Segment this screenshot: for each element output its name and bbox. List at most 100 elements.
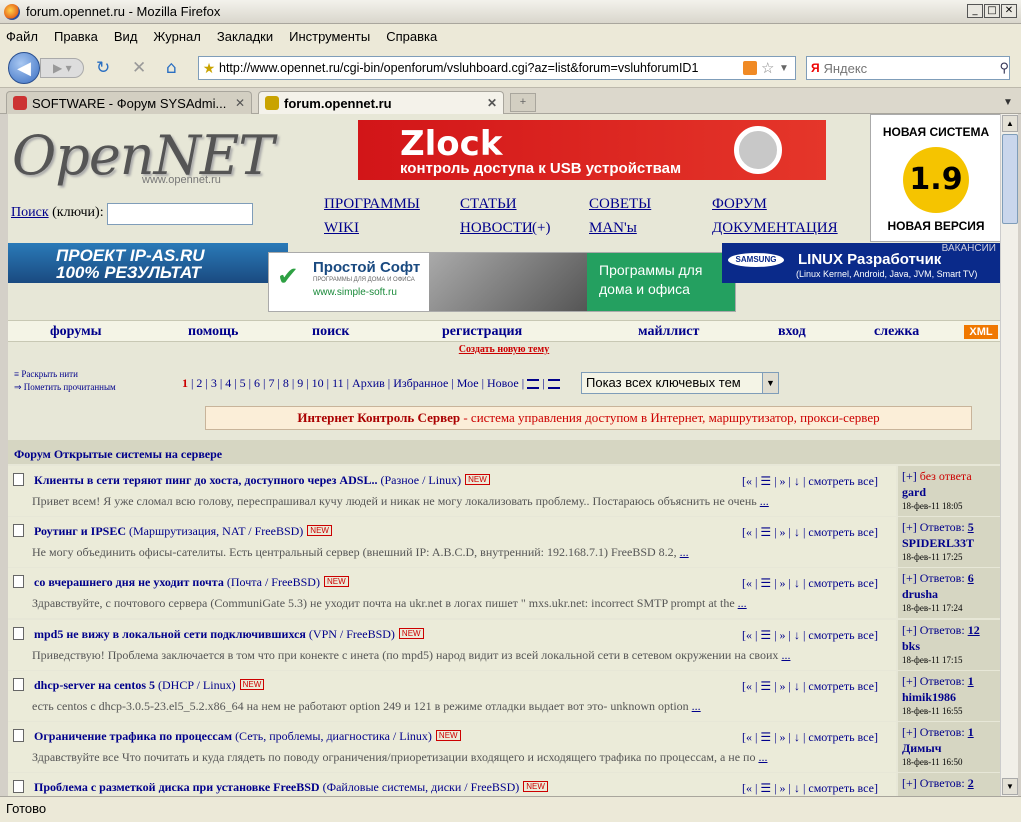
last-author[interactable]: SPIDERL33T — [902, 536, 1000, 551]
expand-toggle[interactable]: [+] — [902, 776, 917, 790]
minimize-button[interactable]: _ — [967, 4, 983, 18]
version-banner[interactable]: НОВАЯ СИСТЕМА 1.9 НОВАЯ ВЕРСИЯ — [870, 114, 1000, 242]
topic-category[interactable]: (Почта / FreeBSD) — [227, 575, 320, 589]
last-author[interactable]: bks — [902, 639, 1000, 654]
close-button[interactable]: ✕ — [1001, 4, 1017, 18]
new-link[interactable]: Новое — [487, 376, 519, 390]
simple-soft-banner[interactable]: ✔ Простой Софт ПРОГРАММЫ ДЛЯ ДОМА И ОФИС… — [268, 252, 736, 312]
mark-read-link[interactable]: Пометить прочитанным — [24, 382, 116, 392]
topic-category[interactable]: (DHCP / Linux) — [158, 678, 236, 692]
page-link[interactable]: 6 — [254, 376, 260, 390]
text-ad[interactable]: Интернет Контроль Сервер - система управ… — [205, 406, 972, 430]
page-link[interactable]: 7 — [268, 376, 274, 390]
topic-category[interactable]: (Файловые системы, диски / FreeBSD) — [323, 780, 520, 794]
tab-forum-opennet[interactable]: forum.opennet.ru ✕ — [258, 91, 504, 114]
nav-maillist[interactable]: майллист — [638, 324, 699, 340]
search-input[interactable] — [823, 60, 1000, 76]
page-link[interactable]: 8 — [283, 376, 289, 390]
reply-count[interactable]: 5 — [968, 520, 974, 534]
search-box[interactable]: Я ⚲ — [806, 56, 1010, 80]
topic-controls[interactable]: [« | ☰ | » | ↓ | смотреть все] — [742, 628, 878, 643]
tab-close-icon[interactable]: ✕ — [235, 96, 245, 110]
page-link[interactable]: 10 — [312, 376, 324, 390]
reply-count[interactable]: 12 — [968, 623, 980, 637]
forum-header[interactable]: Форум Открытые системы на сервере — [8, 440, 1000, 464]
topic-title[interactable]: mpd5 не вижу в локальной сети подключивш… — [34, 627, 306, 641]
menu-tools[interactable]: Инструменты — [289, 29, 370, 44]
topic-controls[interactable]: [« | ☰ | » | ↓ | смотреть все] — [742, 781, 878, 796]
topic-title[interactable]: Клиенты в сети теряют пинг до хоста, дос… — [34, 473, 377, 487]
scroll-thumb[interactable] — [1002, 134, 1018, 224]
tab-list-icon[interactable]: ▼ — [999, 94, 1017, 112]
nav-watch[interactable]: слежка — [874, 324, 919, 340]
ipas-banner[interactable]: ПРОЕКТ IP-AS.RU 100% РЕЗУЛЬТАТ — [8, 243, 288, 283]
topic-controls[interactable]: [« | ☰ | » | ↓ | смотреть все] — [742, 474, 878, 489]
scroll-down-button[interactable]: ▼ — [1002, 778, 1018, 795]
topic-category[interactable]: (Разное / Linux) — [380, 473, 461, 487]
expand-toggle[interactable]: [+] — [902, 571, 917, 585]
topic-controls[interactable]: [« | ☰ | » | ↓ | смотреть все] — [742, 525, 878, 540]
bookmark-star-icon[interactable]: ☆ — [761, 59, 779, 77]
reply-count[interactable]: 1 — [968, 725, 974, 739]
keyword-topics-select[interactable]: Показ всех ключевых тем ▼ — [581, 372, 779, 394]
link-forum[interactable]: ФОРУМ — [712, 196, 767, 213]
forward-button[interactable]: ▶ ▾ — [40, 58, 84, 78]
last-author[interactable]: himik1986 — [902, 690, 1000, 705]
link-docs[interactable]: ДОКУМЕНТАЦИЯ — [712, 220, 838, 237]
xml-feed-button[interactable]: XML — [964, 325, 998, 339]
reply-count[interactable]: 2 — [968, 776, 974, 790]
list-view-icon[interactable] — [527, 379, 540, 390]
menu-history[interactable]: Журнал — [153, 29, 200, 44]
create-topic-link[interactable]: Создать новую тему — [8, 344, 1000, 355]
menu-edit[interactable]: Правка — [54, 29, 98, 44]
reply-count[interactable]: 1 — [968, 674, 974, 688]
topic-controls[interactable]: [« | ☰ | » | ↓ | смотреть все] — [742, 576, 878, 591]
page-link[interactable]: 9 — [297, 376, 303, 390]
read-more-link[interactable]: ... — [760, 494, 769, 508]
topic-title[interactable]: со вчерашнего дня не уходит почта — [34, 575, 224, 589]
home-icon[interactable]: ⌂ — [166, 59, 177, 77]
read-more-link[interactable]: ... — [738, 596, 747, 610]
url-dropdown-icon[interactable]: ▼ — [779, 63, 795, 74]
menu-bookmarks[interactable]: Закладки — [217, 29, 273, 44]
topic-title[interactable]: Ограничение трафика по процессам — [34, 729, 232, 743]
topic-controls[interactable]: [« | ☰ | » | ↓ | смотреть все] — [742, 679, 878, 694]
page-link[interactable]: 4 — [225, 376, 231, 390]
tab-software-forum[interactable]: SOFTWARE - Форум SYSAdmi... ✕ — [6, 91, 252, 114]
archive-link[interactable]: Архив — [352, 376, 385, 390]
new-tab-button[interactable]: + — [510, 93, 536, 112]
topic-title[interactable]: dhcp-server на centos 5 — [34, 678, 155, 692]
topic-category[interactable]: (VPN / FreeBSD) — [309, 627, 395, 641]
page-link[interactable]: 11 — [332, 376, 344, 390]
search-link[interactable]: Поиск — [11, 205, 49, 220]
ad-title[interactable]: Интернет Контроль Сервер — [297, 410, 460, 425]
last-author[interactable]: drusha — [902, 587, 1000, 602]
back-button[interactable]: ◀ — [8, 52, 40, 84]
favorites-link[interactable]: Избранное — [393, 376, 448, 390]
page-link[interactable]: 2 — [196, 376, 202, 390]
nav-help[interactable]: помощь — [188, 324, 238, 340]
search-icon[interactable]: ⚲ — [999, 60, 1009, 76]
reply-count[interactable]: 6 — [968, 571, 974, 585]
expand-toggle[interactable]: [+] — [902, 725, 917, 739]
nav-register[interactable]: регистрация — [442, 324, 522, 340]
reload-icon[interactable]: ↻ — [96, 59, 110, 77]
site-identity-icon[interactable]: ★ — [199, 60, 219, 77]
chevron-down-icon[interactable]: ▼ — [762, 373, 778, 393]
stop-icon[interactable]: ✕ — [132, 59, 146, 77]
url-text[interactable]: http://www.opennet.ru/cgi-bin/openforum/… — [219, 61, 743, 75]
topic-category[interactable]: (Маршрутизация, NAT / FreeBSD) — [129, 524, 303, 538]
yandex-icon[interactable]: Я — [807, 61, 823, 75]
menu-file[interactable]: Файл — [6, 29, 38, 44]
menu-help[interactable]: Справка — [386, 29, 437, 44]
vertical-scrollbar[interactable]: ▲ ▼ — [1000, 114, 1018, 796]
tab-close-icon[interactable]: ✕ — [487, 96, 497, 110]
nav-forums[interactable]: форумы — [50, 324, 102, 340]
last-author[interactable]: Димыч — [902, 741, 1000, 756]
expand-toggle[interactable]: [+] — [902, 520, 917, 534]
read-more-link[interactable]: ... — [758, 750, 767, 764]
expand-toggle[interactable]: [+] — [902, 623, 917, 637]
read-more-link[interactable]: ... — [781, 648, 790, 662]
my-link[interactable]: Мое — [457, 376, 479, 390]
expand-toggle[interactable]: [+] — [902, 469, 917, 483]
